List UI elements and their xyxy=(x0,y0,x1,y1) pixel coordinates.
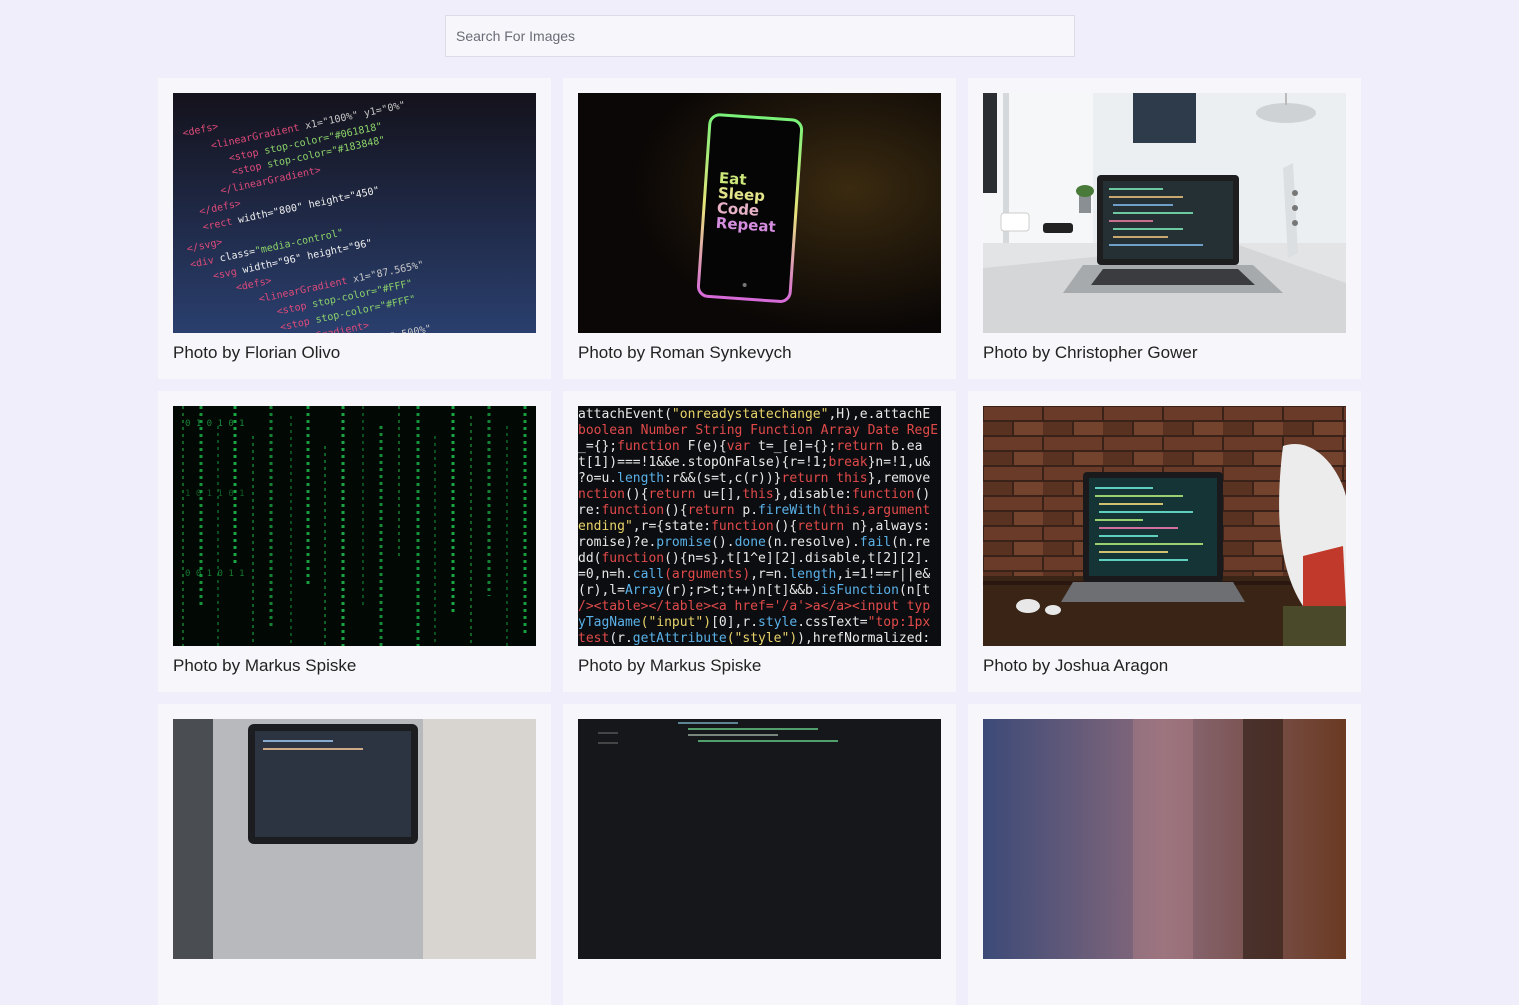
image-card[interactable]: Eat Sleep Code Repeat Photo by Roman Syn… xyxy=(563,78,956,379)
blurred-room-image[interactable] xyxy=(983,719,1346,959)
svg-text:(r),l=Array(r);r>t;t++)n[t]&&b: (r),l=Array(r);r>t;t++)n[t]&&b.isFunctio… xyxy=(578,583,930,598)
svg-text:?o=u.length:r&&(s=t,c(r))}retu: ?o=u.length:r&&(s=t,c(r))}return this},r… xyxy=(578,471,930,486)
image-card[interactable] xyxy=(158,704,551,1005)
svg-text:t[1])===!1&&e.stopOnFalse){r=!: t[1])===!1&&e.stopOnFalse){r=!1;break}n=… xyxy=(578,455,930,470)
laptop-desk-image[interactable] xyxy=(983,93,1346,333)
colorful-code-image[interactable]: attachEvent("onreadystatechange",H),e.at… xyxy=(578,406,941,646)
svg-text:romise)?e.promise().done(n.res: romise)?e.promise().done(n.resolve).fail… xyxy=(578,535,930,550)
photo-credit: Photo by Christopher Gower xyxy=(983,343,1198,362)
svg-text:boolean Number String Function: boolean Number String Function Array Dat… xyxy=(578,423,938,438)
svg-text:_={};function F(e){var t=_[e]=: _={};function F(e){var t=_[e]={};return … xyxy=(578,439,922,454)
image-card[interactable]: Photo by Joshua Aragon xyxy=(968,391,1361,692)
laptop-brick-wall-image[interactable] xyxy=(983,406,1346,646)
svg-text:/><table></table><a href='/a'>: /><table></table><a href='/a'>a</a><inpu… xyxy=(578,599,930,614)
svg-text:0 0 1 0 1 1: 0 0 1 0 1 1 xyxy=(185,569,245,579)
svg-text:re:function(){return p.fireWit: re:function(){return p.fireWith(this,arg… xyxy=(578,503,930,518)
laptop-image[interactable] xyxy=(173,719,536,959)
photo-credit: Photo by Roman Synkevych xyxy=(578,343,792,362)
phone-image[interactable]: Eat Sleep Code Repeat xyxy=(578,93,941,333)
dark-code-image[interactable] xyxy=(578,719,941,959)
svg-text:test(r.getAttribute("style")),: test(r.getAttribute("style")),hrefNormal… xyxy=(578,631,930,646)
photo-credit: Photo by Joshua Aragon xyxy=(983,656,1169,675)
code-screen-image[interactable]: <defs> <linearGradient x1="100%" y1="0%"… xyxy=(173,93,536,333)
image-card[interactable] xyxy=(563,704,956,1005)
svg-text:dd(function(){n=s},t[1^e][2].d: dd(function(){n=s},t[1^e][2].disable,t[2… xyxy=(578,551,930,566)
svg-text:ending",r={state:function(){re: ending",r={state:function(){return n},al… xyxy=(578,519,930,534)
search-input[interactable] xyxy=(445,15,1075,57)
search-bar xyxy=(445,15,1075,57)
svg-text:attachEvent("onreadystatechang: attachEvent("onreadystatechange",H),e.at… xyxy=(578,407,930,422)
image-grid: <defs> <linearGradient x1="100%" y1="0%"… xyxy=(158,78,1361,1005)
photo-credit: Photo by Markus Spiske xyxy=(173,656,357,675)
image-card[interactable] xyxy=(968,704,1361,1005)
image-card[interactable]: attachEvent("onreadystatechange",H),e.at… xyxy=(563,391,956,692)
photo-credit: Photo by Markus Spiske xyxy=(578,656,762,675)
image-card[interactable]: Photo by Christopher Gower xyxy=(968,78,1361,379)
svg-text:=0,n=h.call(arguments),r=n.len: =0,n=h.call(arguments),r=n.length,i=1!==… xyxy=(578,567,930,582)
image-card[interactable]: 0 1 0 1 0 1 1 0 1 1 0 1 0 0 1 0 1 1 Phot… xyxy=(158,391,551,692)
photo-credit: Photo by Florian Olivo xyxy=(173,343,341,362)
svg-text:yTagName("input")[0],r.style.c: yTagName("input")[0],r.style.cssText="to… xyxy=(578,615,930,630)
matrix-code-image[interactable]: 0 1 0 1 0 1 1 0 1 1 0 1 0 0 1 0 1 1 xyxy=(173,406,536,646)
image-card[interactable]: <defs> <linearGradient x1="100%" y1="0%"… xyxy=(158,78,551,379)
svg-text:nction(){return u=[],this},dis: nction(){return u=[],this},disable:funct… xyxy=(578,487,930,502)
